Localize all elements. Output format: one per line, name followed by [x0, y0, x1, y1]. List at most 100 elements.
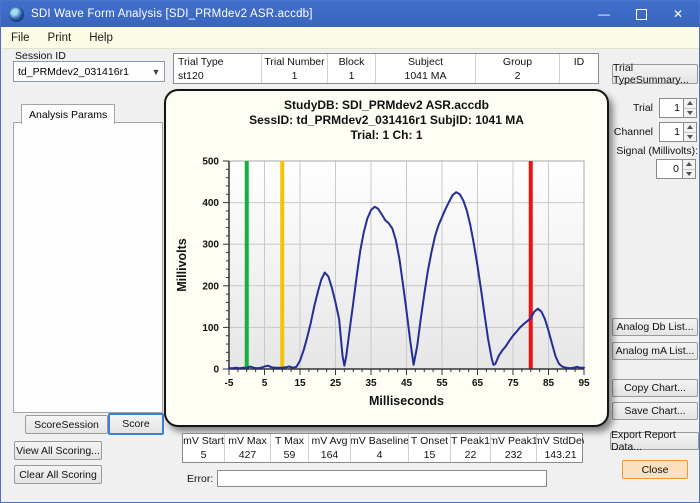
results-header: mV StdDev: [537, 434, 584, 448]
channel-value[interactable]: 1: [659, 122, 683, 142]
trial-info-cell: 1: [328, 69, 376, 83]
y-axis-label: Millivolts: [175, 238, 189, 292]
close-button[interactable]: Close: [622, 460, 688, 479]
view-all-scoring-button[interactable]: View All Scoring...: [14, 441, 102, 460]
chart-title-sessid: SessID: td_PRMdev2_031416r1 SubjID: 1041…: [166, 113, 607, 128]
svg-text:5: 5: [262, 378, 268, 389]
signal-label: Signal (Millivolts):: [601, 145, 698, 157]
analog-db-list-button[interactable]: Analog Db List...: [612, 318, 698, 336]
chevron-down-icon: ▼: [148, 67, 164, 77]
spin-up-icon[interactable]: [684, 123, 696, 133]
title-bar: SDI Wave Form Analysis [SDI_PRMdev2 ASR.…: [1, 1, 699, 27]
results-header: mV Max: [225, 434, 271, 448]
svg-text:35: 35: [365, 378, 377, 389]
svg-text:75: 75: [507, 378, 519, 389]
svg-text:0: 0: [213, 365, 219, 376]
analog-ma-list-button[interactable]: Analog mA List...: [612, 342, 698, 360]
svg-text:45: 45: [401, 378, 413, 389]
waveform-chart: StudyDB: SDI_PRMdev2 ASR.accdb SessID: t…: [164, 89, 609, 427]
spin-up-icon[interactable]: [683, 160, 695, 170]
results-cell: 164: [309, 448, 351, 462]
save-chart-button[interactable]: Save Chart...: [612, 402, 698, 420]
error-input[interactable]: [217, 470, 547, 487]
trial-info-header: Group: [476, 54, 560, 69]
close-icon[interactable]: ✕: [673, 8, 683, 20]
copy-chart-button[interactable]: Copy Chart...: [612, 379, 698, 397]
signal-spin[interactable]: [682, 159, 696, 179]
app-window: SDI Wave Form Analysis [SDI_PRMdev2 ASR.…: [0, 0, 700, 503]
export-report-data-button[interactable]: Export Report Data...: [610, 432, 699, 450]
tab-analysis-params[interactable]: Analysis Params: [21, 104, 115, 124]
chart-title-trial: Trial: 1 Ch: 1: [166, 128, 607, 143]
menu-bar: File Print Help: [2, 27, 700, 49]
session-id-select[interactable]: td_PRMdev2_031416r1 ▼: [13, 61, 165, 82]
waveform-plot: -5 5 15 25 35 45 55 65 75 85 95 0 100 200 300 400 500 Mil…: [166, 145, 607, 427]
svg-text:95: 95: [578, 378, 590, 389]
minimize-icon[interactable]: —: [598, 8, 610, 20]
spin-down-icon[interactable]: [684, 109, 696, 118]
svg-text:200: 200: [202, 281, 219, 292]
spin-down-icon[interactable]: [683, 170, 695, 179]
results-table: mV Start mV Max T Max mV Avg mV Baseline…: [182, 433, 583, 463]
signal-stepper[interactable]: 0: [656, 159, 696, 179]
app-icon: [9, 7, 24, 22]
clear-all-scoring-button[interactable]: Clear All Scoring: [14, 465, 102, 484]
signal-value[interactable]: 0: [656, 159, 682, 179]
results-header: mV Start: [183, 434, 225, 448]
session-id-value: td_PRMdev2_031416r1: [14, 66, 148, 78]
svg-text:300: 300: [202, 240, 219, 251]
results-cell: 22: [451, 448, 491, 462]
trial-info-header: Subject: [376, 54, 476, 69]
trial-info-header: Trial Number: [262, 54, 328, 69]
trial-info-cell: [560, 69, 598, 83]
menu-file[interactable]: File: [2, 29, 39, 47]
channel-stepper[interactable]: 1: [659, 122, 697, 142]
results-cell: 59: [271, 448, 309, 462]
results-header: T Peak1: [451, 434, 491, 448]
svg-text:400: 400: [202, 198, 219, 209]
analysis-params-panel: [13, 122, 163, 413]
results-header: mV Peak1: [491, 434, 537, 448]
trial-value[interactable]: 1: [659, 98, 683, 118]
results-cell: 143.21: [537, 448, 584, 462]
chart-title-studydb: StudyDB: SDI_PRMdev2 ASR.accdb: [166, 98, 607, 113]
svg-text:25: 25: [330, 378, 342, 389]
score-button[interactable]: Score: [108, 413, 164, 435]
window-title: SDI Wave Form Analysis [SDI_PRMdev2 ASR.…: [31, 8, 313, 20]
svg-text:-5: -5: [225, 378, 234, 389]
svg-text:500: 500: [202, 157, 219, 168]
trial-info-cell: 1041 MA: [376, 69, 476, 83]
trial-info-header: Block: [328, 54, 376, 69]
svg-text:55: 55: [436, 378, 448, 389]
results-cell: 232: [491, 448, 537, 462]
trial-type-summary-button[interactable]: Trial TypeSummary...: [612, 64, 698, 84]
trial-spin[interactable]: [683, 98, 697, 118]
maximize-icon[interactable]: [636, 9, 647, 20]
svg-text:65: 65: [472, 378, 484, 389]
trial-info-cell: 1: [262, 69, 328, 83]
svg-text:100: 100: [202, 323, 219, 334]
menu-print[interactable]: Print: [39, 29, 81, 47]
results-header: T Onset: [409, 434, 451, 448]
results-header: mV Baseline: [351, 434, 409, 448]
spin-up-icon[interactable]: [684, 99, 696, 109]
results-cell: 15: [409, 448, 451, 462]
spin-down-icon[interactable]: [684, 133, 696, 142]
trial-info-cell: st120: [174, 69, 262, 83]
trial-info-cell: 2: [476, 69, 560, 83]
results-cell: 427: [225, 448, 271, 462]
trial-info-table: Trial Type Trial Number Block Subject Gr…: [173, 53, 599, 84]
results-header: mV Avg: [309, 434, 351, 448]
results-header: T Max: [271, 434, 309, 448]
svg-text:85: 85: [543, 378, 555, 389]
error-label: Error:: [187, 473, 213, 485]
channel-spin[interactable]: [683, 122, 697, 142]
trial-stepper[interactable]: 1: [659, 98, 697, 118]
svg-text:15: 15: [294, 378, 306, 389]
results-cell: 5: [183, 448, 225, 462]
trial-info-header: Trial Type: [174, 54, 262, 69]
x-axis-label: Milliseconds: [369, 394, 444, 408]
trial-info-header: ID: [560, 54, 598, 69]
menu-help[interactable]: Help: [80, 29, 122, 47]
score-session-button[interactable]: ScoreSession: [25, 415, 108, 434]
